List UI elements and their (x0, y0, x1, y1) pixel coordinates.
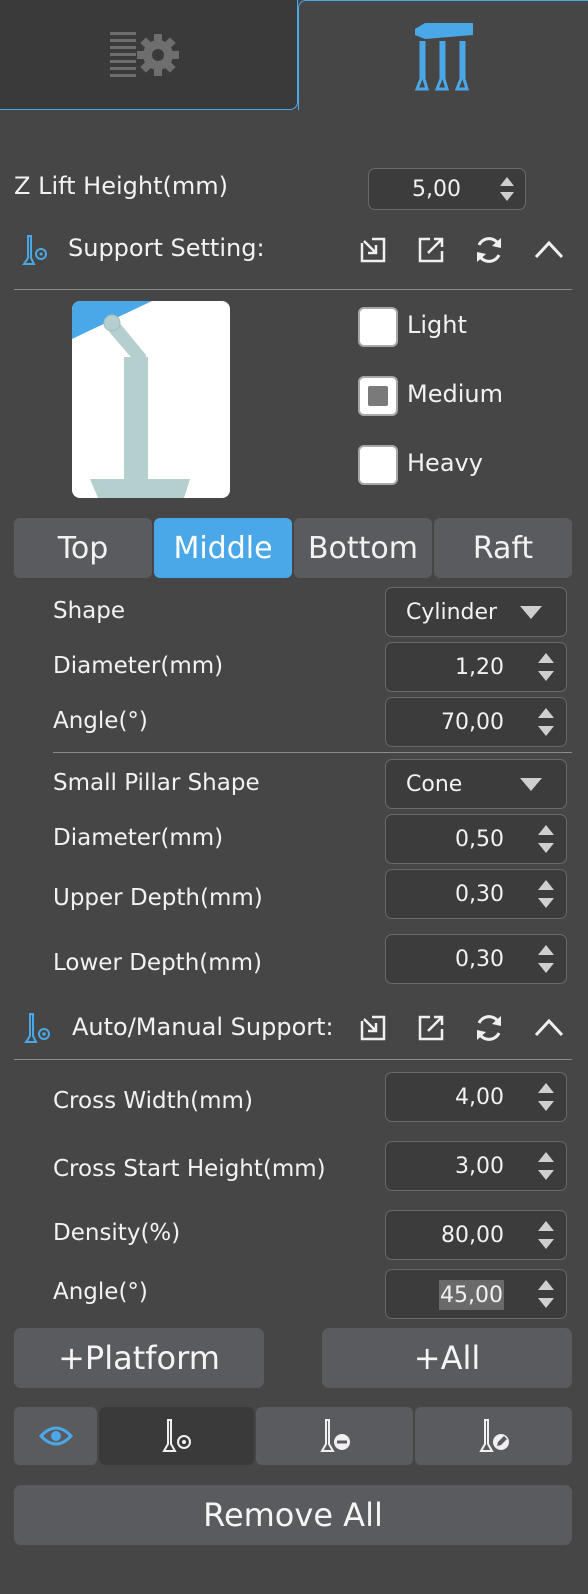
stepper-arrows-icon[interactable] (536, 705, 556, 739)
light-label: Light (407, 311, 467, 339)
heavy-checkbox[interactable] (358, 445, 398, 485)
lower-depth-label: Lower Depth(mm) (53, 950, 263, 976)
tab-middle[interactable]: Middle (154, 518, 292, 578)
z-lift-input[interactable]: 5,00 (368, 168, 526, 210)
medium-label: Medium (407, 380, 503, 408)
export-icon[interactable] (414, 233, 448, 267)
chevron-down-icon (520, 606, 542, 619)
stepper-arrows-icon[interactable] (536, 822, 556, 856)
import-icon[interactable] (356, 1011, 390, 1045)
stepper-arrows-icon[interactable] (536, 877, 556, 911)
support-setting-icon (22, 235, 47, 265)
upper-depth-label: Upper Depth(mm) (53, 885, 263, 911)
stepper-arrows-icon[interactable] (536, 650, 556, 684)
density-label: Density(%) (53, 1220, 181, 1246)
cross-angle-input[interactable]: 45,00 (385, 1269, 567, 1319)
shape-label: Shape (53, 598, 126, 624)
tab-raft[interactable]: Raft (434, 518, 572, 578)
small-pillar-shape-select[interactable]: Cone (385, 759, 567, 809)
add-support-tool[interactable] (99, 1407, 254, 1465)
diameter-label: Diameter(mm) (53, 653, 224, 679)
edit-support-tool[interactable] (415, 1407, 572, 1465)
stepper-arrows-icon[interactable] (536, 1080, 556, 1114)
settings-tab[interactable] (0, 0, 298, 110)
upper-depth-input[interactable]: 0,30 (385, 869, 567, 919)
small-pillar-shape-label: Small Pillar Shape (53, 770, 260, 796)
divider (53, 752, 572, 753)
add-support-icon (161, 1419, 191, 1452)
diameter-input[interactable]: 1,20 (385, 642, 567, 692)
lower-depth-input[interactable]: 0,30 (385, 934, 567, 984)
stepper-arrows-icon[interactable] (497, 174, 517, 204)
reset-icon[interactable] (472, 233, 506, 267)
heavy-label: Heavy (407, 449, 483, 477)
reset-icon[interactable] (472, 1011, 506, 1045)
tab-bottom[interactable]: Bottom (294, 518, 432, 578)
stepper-arrows-icon[interactable] (536, 1277, 556, 1311)
settings-gear-icon (110, 32, 179, 77)
stepper-arrows-icon[interactable] (536, 1218, 556, 1252)
remove-support-icon (319, 1419, 350, 1452)
add-platform-button[interactable]: +Platform (14, 1328, 264, 1388)
eye-icon (38, 1426, 73, 1446)
cross-angle-label: Angle(°) (53, 1279, 148, 1305)
cross-width-input[interactable]: 4,00 (385, 1072, 567, 1122)
checked-indicator (368, 386, 388, 406)
medium-checkbox[interactable] (358, 376, 398, 416)
light-checkbox[interactable] (358, 307, 398, 347)
density-input[interactable]: 80,00 (385, 1210, 567, 1260)
export-icon[interactable] (414, 1011, 448, 1045)
import-icon[interactable] (356, 233, 390, 267)
support-pillars-icon (414, 23, 473, 91)
support-preview-image (72, 301, 230, 498)
small-diameter-label: Diameter(mm) (53, 825, 224, 851)
shape-select[interactable]: Cylinder (385, 587, 567, 637)
collapse-icon[interactable] (532, 233, 566, 267)
tab-top[interactable]: Top (14, 518, 152, 578)
collapse-icon[interactable] (532, 1011, 566, 1045)
view-toggle-button[interactable] (14, 1407, 97, 1465)
auto-manual-title: Auto/Manual Support: (72, 1013, 334, 1041)
remove-all-button[interactable]: Remove All (14, 1485, 572, 1545)
add-all-button[interactable]: +All (322, 1328, 572, 1388)
angle-input[interactable]: 70,00 (385, 697, 567, 747)
support-setting-title: Support Setting: (68, 234, 265, 262)
cross-start-height-input[interactable]: 3,00 (385, 1141, 567, 1191)
cross-width-label: Cross Width(mm) (53, 1088, 253, 1114)
auto-support-icon (24, 1013, 50, 1043)
divider (14, 1059, 572, 1060)
support-tab[interactable] (298, 0, 588, 110)
cross-start-height-label: Cross Start Height(mm) (53, 1156, 326, 1182)
edit-support-icon (478, 1419, 509, 1452)
remove-support-tool[interactable] (256, 1407, 413, 1465)
stepper-arrows-icon[interactable] (536, 1149, 556, 1183)
stepper-arrows-icon[interactable] (536, 942, 556, 976)
chevron-down-icon (520, 778, 542, 791)
small-diameter-input[interactable]: 0,50 (385, 814, 567, 864)
z-lift-label: Z Lift Height(mm) (14, 172, 228, 200)
divider (14, 289, 572, 290)
angle-label: Angle(°) (53, 708, 148, 734)
